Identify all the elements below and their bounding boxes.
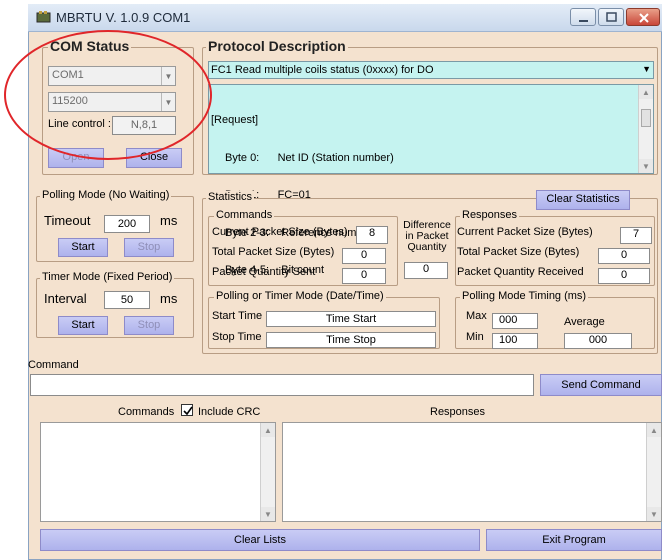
include-crc-label: Include CRC bbox=[198, 406, 261, 418]
stop-time-label: Stop Time bbox=[212, 331, 262, 343]
desc-line: [Request] bbox=[211, 114, 259, 126]
resp-total-value: 0 bbox=[598, 248, 650, 264]
interval-input[interactable] bbox=[104, 291, 150, 309]
highlight-ellipse bbox=[4, 30, 212, 160]
average-label: Average bbox=[564, 316, 605, 328]
timing-title: Polling Mode Timing (ms) bbox=[460, 290, 589, 302]
polling-stop-button[interactable]: Stop bbox=[124, 238, 174, 257]
function-selected: FC1 Read multiple coils status (0xxxx) f… bbox=[211, 64, 434, 76]
timeout-input[interactable] bbox=[104, 215, 150, 233]
min-label: Min bbox=[466, 331, 484, 343]
exit-program-button[interactable]: Exit Program bbox=[486, 529, 662, 551]
commands-list-scrollbar[interactable]: ▲ ▼ bbox=[260, 423, 275, 521]
cmd-qty-label: Packet Quantity Sent bbox=[212, 266, 316, 278]
function-select[interactable]: FC1 Read multiple coils status (0xxxx) f… bbox=[208, 61, 654, 79]
cmd-current-label: Current Packet Size (Bytes) bbox=[212, 226, 348, 238]
protocol-title: Protocol Description bbox=[206, 38, 348, 54]
time-title: Polling or Timer Mode (Date/Time) bbox=[214, 290, 386, 302]
difference-value: 0 bbox=[404, 262, 448, 279]
scroll-down-icon[interactable]: ▼ bbox=[639, 159, 653, 173]
close-window-button[interactable] bbox=[626, 8, 660, 26]
max-value: 000 bbox=[492, 313, 538, 329]
responses-list-label: Responses bbox=[430, 406, 486, 418]
responses-list[interactable]: ▲ ▼ bbox=[282, 422, 662, 522]
interval-unit: ms bbox=[160, 291, 178, 306]
start-time-value: Time Start bbox=[266, 311, 436, 327]
command-input[interactable] bbox=[30, 374, 534, 396]
minimize-icon bbox=[579, 20, 588, 22]
window-title: MBRTU V. 1.0.9 COM1 bbox=[56, 10, 191, 25]
timer-stop-button[interactable]: Stop bbox=[124, 316, 174, 335]
timeout-unit: ms bbox=[160, 213, 178, 228]
resp-current-label: Current Packet Size (Bytes) bbox=[457, 226, 593, 238]
chevron-down-icon[interactable]: ▼ bbox=[642, 64, 651, 74]
checkmark-icon bbox=[183, 406, 193, 416]
scroll-thumb[interactable] bbox=[641, 109, 651, 127]
resp-qty-value: 0 bbox=[598, 268, 650, 284]
stop-time-value: Time Stop bbox=[266, 332, 436, 348]
cmd-qty-value: 0 bbox=[342, 268, 386, 284]
clear-statistics-button[interactable]: Clear Statistics bbox=[536, 190, 630, 210]
description-scrollbar[interactable]: ▲ ▼ bbox=[638, 85, 653, 173]
start-time-label: Start Time bbox=[212, 310, 263, 322]
close-icon bbox=[639, 13, 649, 23]
resp-total-label: Total Packet Size (Bytes) bbox=[457, 246, 580, 258]
timer-start-button[interactable]: Start bbox=[58, 316, 108, 335]
maximize-icon bbox=[606, 12, 617, 22]
responses-list-scrollbar[interactable]: ▲ ▼ bbox=[646, 423, 661, 521]
responses-stats-title: Responses bbox=[460, 209, 520, 221]
app-icon bbox=[36, 10, 52, 24]
cmd-total-label: Total Packet Size (Bytes) bbox=[212, 246, 335, 258]
scroll-up-icon[interactable]: ▲ bbox=[639, 85, 653, 99]
maximize-button[interactable] bbox=[598, 8, 624, 26]
interval-label: Interval bbox=[44, 291, 87, 306]
scroll-up-icon[interactable]: ▲ bbox=[647, 423, 661, 437]
protocol-description-box: [Request] Byte 0: Net ID (Station number… bbox=[208, 84, 654, 276]
commands-list[interactable]: ▲ ▼ bbox=[40, 422, 276, 522]
polling-title: Polling Mode (No Waiting) bbox=[40, 189, 172, 201]
timeout-label: Timeout bbox=[44, 213, 91, 228]
cmd-current-value: 8 bbox=[356, 226, 388, 244]
commands-stats-title: Commands bbox=[214, 209, 275, 221]
minimize-button[interactable] bbox=[570, 8, 596, 26]
scroll-down-icon[interactable]: ▼ bbox=[647, 507, 661, 521]
include-crc-checkbox[interactable] bbox=[181, 404, 193, 416]
send-command-button[interactable]: Send Command bbox=[540, 374, 662, 396]
difference-line: Quantity bbox=[407, 241, 447, 253]
desc-line: Byte 0: Net ID (Station number) bbox=[225, 151, 394, 164]
max-label: Max bbox=[466, 310, 487, 322]
command-label: Command bbox=[28, 359, 79, 371]
scroll-down-icon[interactable]: ▼ bbox=[261, 507, 275, 521]
commands-list-label: Commands bbox=[118, 406, 175, 418]
resp-qty-label: Packet Quantity Received bbox=[457, 266, 584, 278]
cmd-total-value: 0 bbox=[342, 248, 386, 264]
scroll-up-icon[interactable]: ▲ bbox=[261, 423, 275, 437]
clear-lists-button[interactable]: Clear Lists bbox=[40, 529, 480, 551]
resp-current-value: 7 bbox=[620, 227, 652, 244]
difference-label: Difference in Packet Quantity bbox=[400, 220, 454, 253]
statistics-title: Statistics bbox=[206, 191, 255, 203]
polling-start-button[interactable]: Start bbox=[58, 238, 108, 257]
timer-title: Timer Mode (Fixed Period) bbox=[40, 271, 175, 283]
average-value: 000 bbox=[564, 333, 632, 349]
min-value: 100 bbox=[492, 333, 538, 349]
